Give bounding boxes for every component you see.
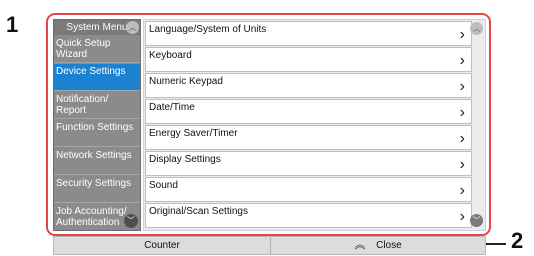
sidebar-item-function-settings[interactable]: Function Settings [54,120,140,147]
sidebar-item-label: Quick Setup Wizard [56,38,111,60]
sidebar-item-network-settings[interactable]: Network Settings [54,148,140,175]
scroll-down-icon[interactable]: ﹀ [470,214,483,227]
list-item-display-settings[interactable]: Display Settings › [145,151,472,176]
sidebar-item-quick-setup-wizard[interactable]: Quick Setup Wizard [54,36,140,63]
callout-number-2: 2 [511,228,524,253]
settings-list: Language/System of Units › Keyboard › Nu… [143,19,486,231]
sidebar-item-label: Notification/ Report [56,94,109,116]
chevron-right-icon: › [459,156,465,173]
list-item-energy-saver-timer[interactable]: Energy Saver/Timer › [145,125,472,150]
sidebar-item-label: Device Settings [56,66,126,77]
sidebar-item-label: Network Settings [56,150,132,161]
chevron-right-icon: › [459,130,465,147]
list-item-label: Language/System of Units [149,24,267,35]
sidebar-item-notification-report[interactable]: Notification/ Report [54,92,140,119]
counter-button-label: Counter [144,240,180,251]
list-item-label: Original/Scan Settings [149,206,248,217]
list-item-label: Sound [149,180,178,191]
chevron-right-icon: › [459,104,465,121]
chevron-down-icon[interactable]: ﹀ [124,214,138,228]
chevron-up-icon[interactable]: ︿ [126,21,139,34]
counter-button[interactable]: Counter [54,237,271,254]
list-item-original-scan-settings[interactable]: Original/Scan Settings › [145,203,472,228]
close-button-label: Close [376,240,402,251]
list-item-label: Display Settings [149,154,221,165]
chevron-right-icon: › [459,78,465,95]
list-item-label: Date/Time [149,102,195,113]
sidebar-item-security-settings[interactable]: Security Settings [54,176,140,203]
chevron-right-icon: › [459,26,465,43]
list-item-date-time[interactable]: Date/Time › [145,99,472,124]
chevron-right-icon: › [459,182,465,199]
scroll-up-icon[interactable]: ︿ [470,22,483,35]
list-item-label: Keyboard [149,50,192,61]
sidebar-item-label: Security Settings [56,178,132,189]
sidebar-item-label: Job Accounting/ Authentication [56,206,127,228]
list-item-keyboard[interactable]: Keyboard › [145,47,472,72]
sidebar-item-device-settings[interactable]: Device Settings [54,64,140,91]
double-chevron-up-icon: ︽ [354,239,366,251]
sidebar-item-label: Function Settings [56,122,134,133]
chevron-right-icon: › [459,208,465,225]
system-menu-sidebar: System Menu ︿ Quick Setup Wizard Device … [53,19,141,231]
list-item-numeric-keypad[interactable]: Numeric Keypad › [145,73,472,98]
chevron-right-icon: › [459,52,465,69]
list-item-language-system-of-units[interactable]: Language/System of Units › [145,21,472,46]
list-item-sound[interactable]: Sound › [145,177,472,202]
bottom-bar: Counter ︽ Close [53,236,486,255]
list-item-label: Numeric Keypad [149,76,223,87]
callout-number-1: 1 [6,12,19,37]
list-item-label: Energy Saver/Timer [149,128,238,139]
close-button[interactable]: ︽ Close [271,237,485,254]
